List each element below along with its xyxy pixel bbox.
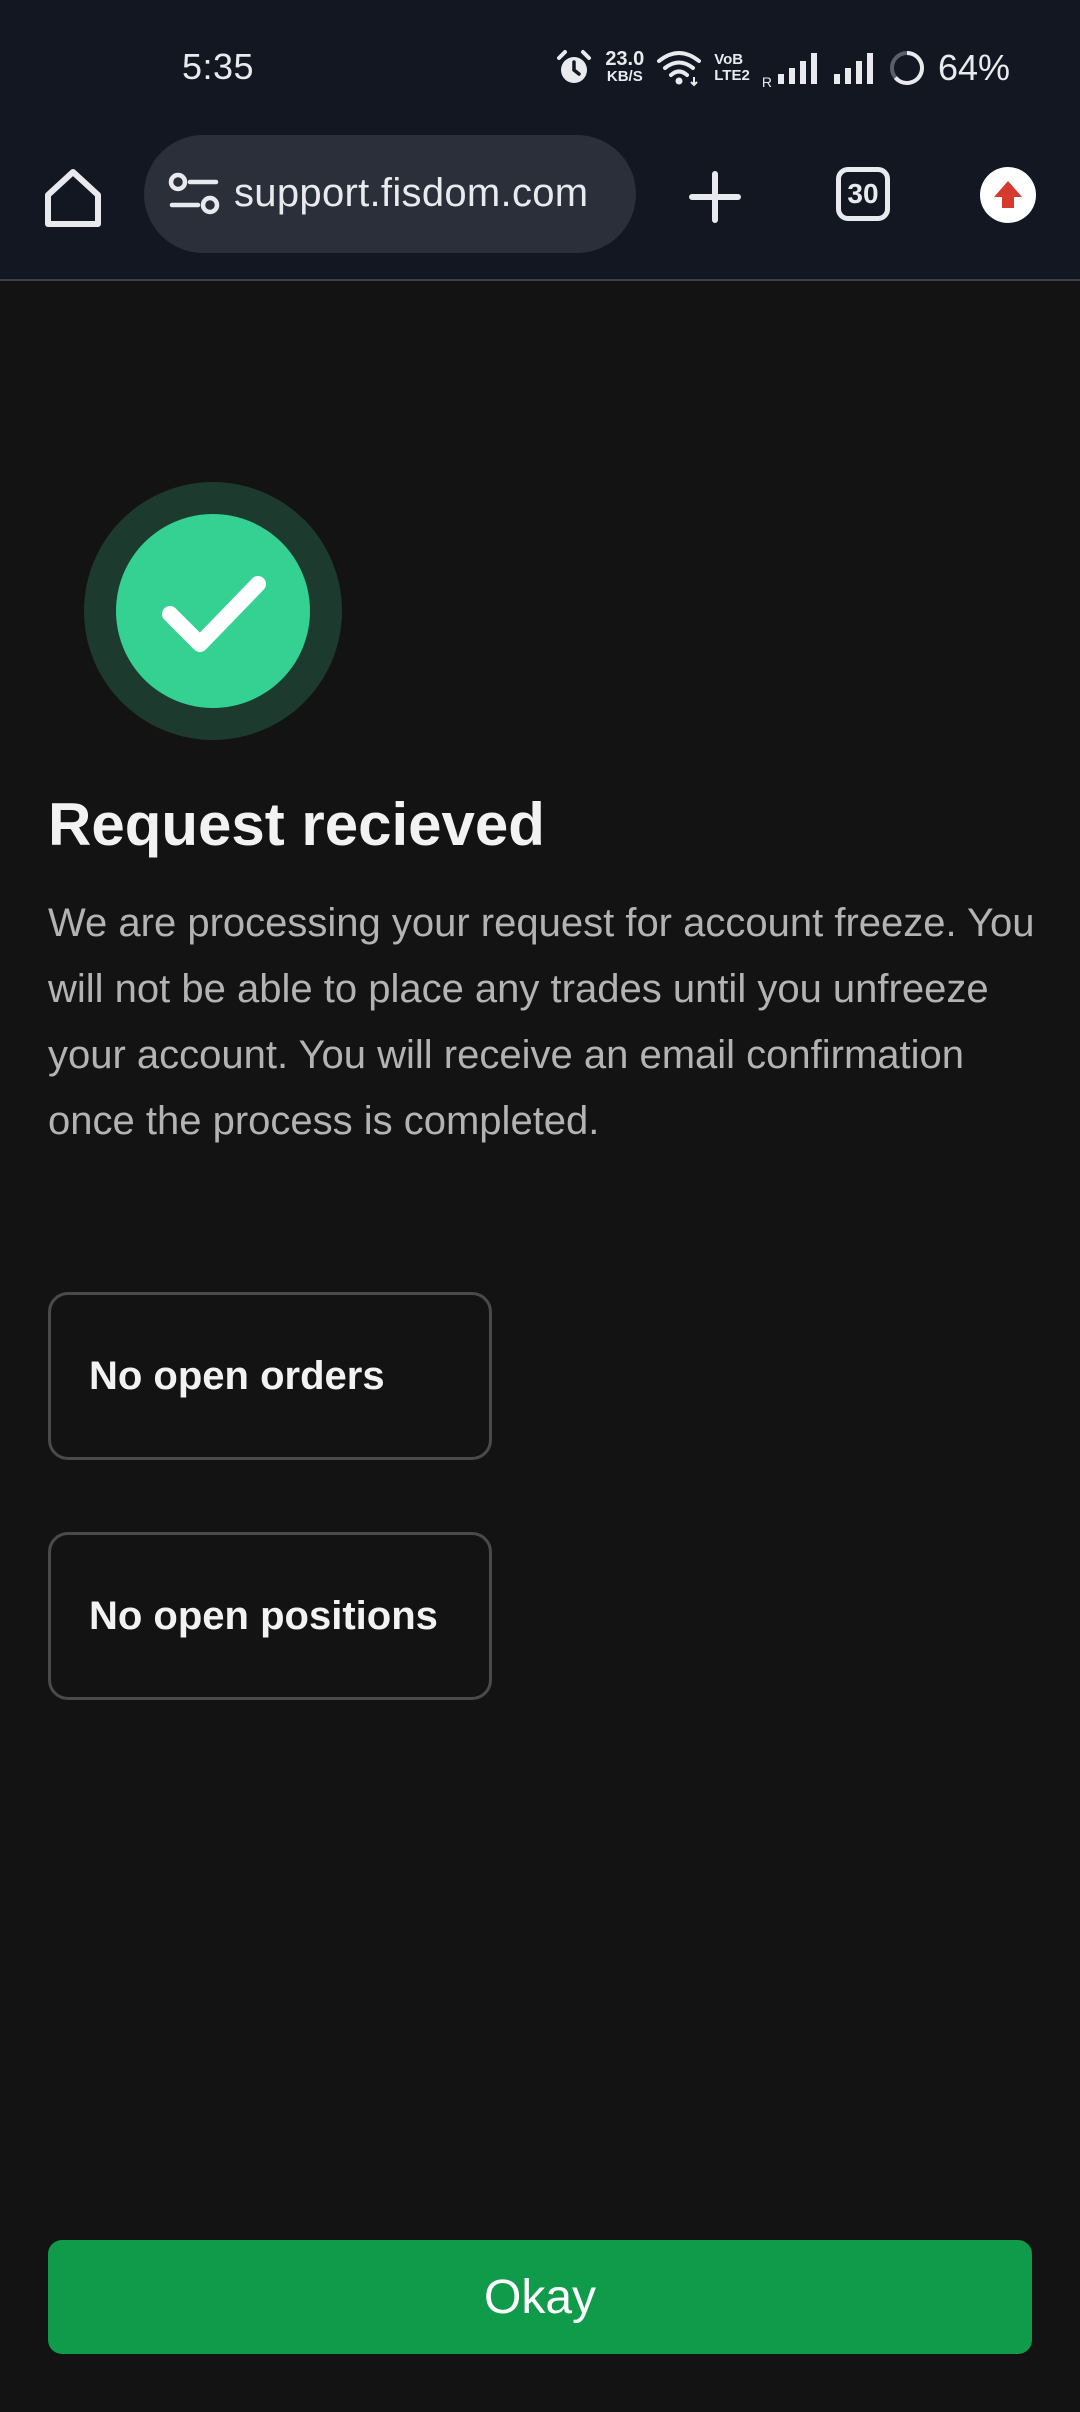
- volte-line2: LTE2: [714, 67, 750, 84]
- success-badge: [84, 482, 342, 740]
- address-bar[interactable]: support.fisdom.com: [144, 135, 636, 253]
- open-orders-label: No open orders: [89, 1353, 385, 1398]
- network-speed-unit: KB/S: [606, 68, 643, 85]
- alarm-icon: [557, 50, 592, 83]
- url-text: support.fisdom.com: [234, 171, 589, 215]
- open-positions-label: No open positions: [89, 1593, 438, 1638]
- tab-switcher-button[interactable]: 30: [836, 167, 890, 221]
- new-tab-icon[interactable]: [680, 162, 750, 232]
- status-icons: 23.0 KB/S VoB LTE2 R 64%: [555, 40, 1010, 96]
- roaming-label: R: [761, 74, 772, 90]
- page-title: Request recieved: [48, 791, 545, 858]
- tab-count: 30: [847, 178, 879, 209]
- update-icon: [994, 181, 1022, 208]
- browser-toolbar: support.fisdom.com 30: [0, 135, 1080, 281]
- update-button[interactable]: [980, 167, 1036, 223]
- open-orders-card: No open orders: [48, 1292, 492, 1460]
- network-speed: 23.0 KB/S: [605, 48, 645, 86]
- battery-percent: 64%: [937, 47, 1010, 88]
- signal-sim1-icon: [777, 53, 817, 84]
- status-bar: 5:35 23.0 KB/S VoB LTE2 R 64%: [0, 0, 1080, 135]
- open-positions-card: No open positions: [48, 1532, 492, 1700]
- network-speed-value: 23.0: [605, 48, 645, 70]
- screen: 5:35 23.0 KB/S VoB LTE2 R 64% support.fi…: [0, 0, 1080, 2412]
- success-circle: [116, 514, 310, 708]
- wifi-icon: [657, 51, 702, 87]
- site-settings-icon[interactable]: [166, 169, 222, 219]
- description-text: We are processing your request for accou…: [48, 901, 1035, 1143]
- status-time: 5:35: [182, 46, 255, 87]
- volte-line1: VoB: [714, 51, 744, 68]
- home-icon[interactable]: [38, 162, 108, 232]
- battery-ring-icon: [889, 51, 924, 85]
- volte-indicator: VoB LTE2: [714, 52, 750, 84]
- signal-sim2-icon: [833, 53, 873, 84]
- checkmark-icon: [162, 576, 266, 652]
- okay-button[interactable]: Okay: [48, 2240, 1032, 2354]
